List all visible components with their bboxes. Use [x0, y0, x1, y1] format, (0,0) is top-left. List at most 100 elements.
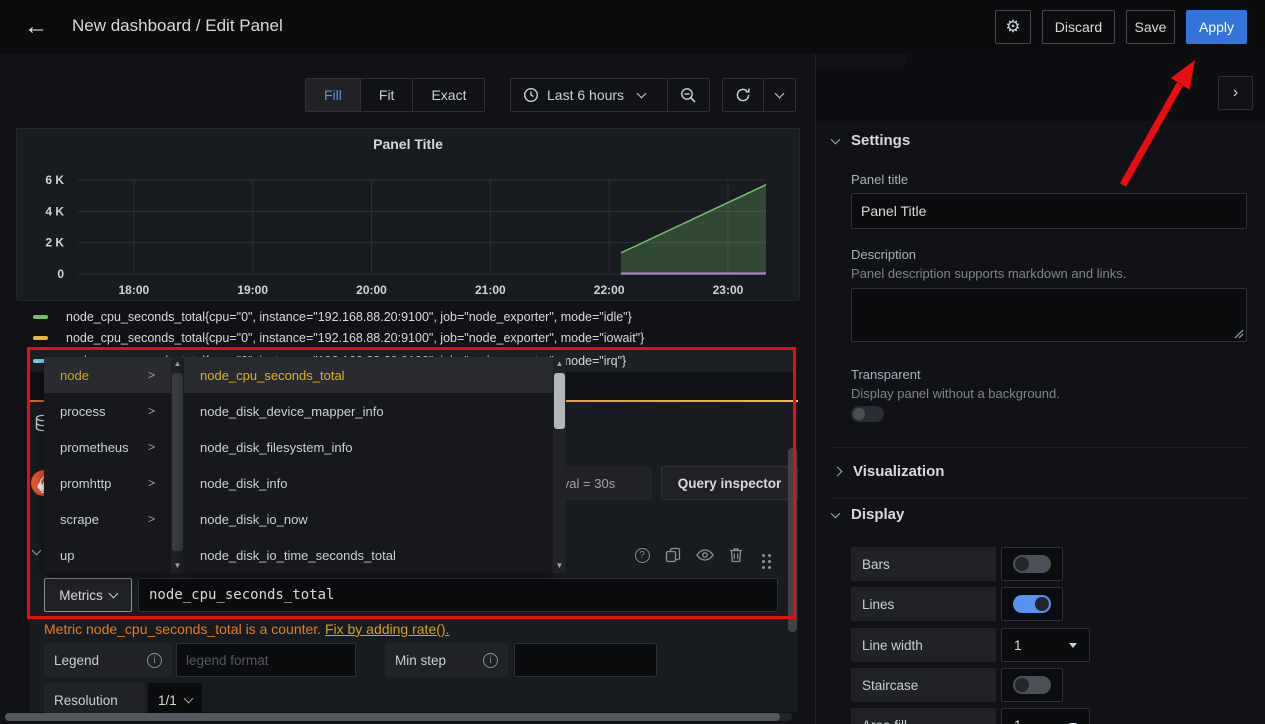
delete-query-trash-icon[interactable] — [725, 544, 747, 566]
svg-text:23:00: 23:00 — [713, 283, 744, 296]
dropdown-item-node-cpu-seconds-total[interactable]: node_cpu_seconds_total — [184, 357, 553, 393]
display-section-header[interactable]: Display — [832, 506, 904, 523]
display-section-label: Display — [851, 506, 904, 523]
line-width-select[interactable]: 1 — [1001, 628, 1090, 662]
dropdown-item-scrape[interactable]: scrape> — [44, 501, 171, 537]
group-list-scrollbar[interactable]: ▲ ▼ — [171, 357, 184, 573]
bars-toggle[interactable] — [1013, 555, 1051, 573]
dropdown-item-node-disk-io-now[interactable]: node_disk_io_now — [184, 501, 553, 537]
info-icon[interactable]: i — [483, 653, 498, 668]
scroll-up-icon[interactable]: ▲ — [174, 357, 182, 371]
dropdown-item-node[interactable]: node> — [44, 357, 171, 393]
fix-rate-link[interactable]: Fix by adding rate(). — [325, 621, 450, 637]
svg-text:6 K: 6 K — [45, 173, 64, 187]
time-range-button[interactable]: Last 6 hours — [511, 79, 667, 111]
staircase-toggle[interactable] — [1013, 676, 1051, 694]
save-button[interactable]: Save — [1126, 10, 1175, 44]
info-icon[interactable]: i — [147, 653, 162, 668]
zoom-out-button[interactable] — [668, 79, 709, 111]
dropdown-item-node-disk-io-time-seconds-total[interactable]: node_disk_io_time_seconds_total — [184, 537, 553, 573]
dropdown-item-node-disk-device-mapper-info[interactable]: node_disk_device_mapper_info — [184, 393, 553, 429]
visualization-section-label: Visualization — [853, 463, 944, 480]
dropdown-item-promhttp[interactable]: promhttp> — [44, 465, 171, 501]
settings-section-header[interactable]: Settings — [832, 132, 910, 149]
header-bar: ← New dashboard / Edit Panel ⚙ Discard S… — [0, 0, 1265, 54]
refresh-picker — [722, 78, 796, 112]
discard-button[interactable]: Discard — [1042, 10, 1115, 44]
dropdown-item-prometheus[interactable]: prometheus> — [44, 429, 171, 465]
collapse-sidebar-button[interactable]: › — [1218, 76, 1253, 110]
staircase-toggle-box — [1001, 668, 1063, 702]
staircase-row-label: Staircase — [851, 668, 996, 702]
warning-text: Metric node_cpu_seconds_total is a count… — [44, 621, 321, 637]
visualization-section-header[interactable]: Visualization — [834, 463, 944, 480]
lines-toggle[interactable] — [1013, 595, 1051, 613]
fill-button[interactable]: Fill — [306, 79, 361, 111]
legend-item[interactable]: node_cpu_seconds_total{cpu="0", instance… — [28, 327, 796, 348]
min-step-input[interactable] — [514, 643, 657, 677]
panel-title-input[interactable] — [851, 193, 1247, 229]
dashboard-settings-button[interactable]: ⚙ — [995, 10, 1031, 44]
svg-text:2 K: 2 K — [45, 236, 64, 250]
promql-query-input[interactable] — [138, 578, 778, 612]
bars-row-label: Bars — [851, 547, 996, 581]
min-step-field-label: Min step i — [385, 643, 508, 677]
legend-item[interactable]: node_cpu_seconds_total{cpu="0", instance… — [28, 306, 796, 327]
scroll-up-icon[interactable]: ▲ — [556, 357, 564, 371]
metric-list-scrollbar[interactable]: ▲ ▼ — [553, 357, 566, 573]
scroll-down-icon[interactable]: ▼ — [174, 559, 182, 573]
panel-size-mode-group: Fill Fit Exact — [305, 78, 485, 112]
exact-button[interactable]: Exact — [413, 79, 484, 111]
dropdown-item-node-disk-filesystem-info[interactable]: node_disk_filesystem_info — [184, 429, 553, 465]
page-title: New dashboard / Edit Panel — [72, 16, 283, 36]
transparent-help-text: Display panel without a background. — [851, 386, 1060, 401]
transparent-toggle[interactable] — [851, 406, 884, 422]
time-range-label: Last 6 hours — [547, 87, 624, 103]
refresh-interval-dropdown[interactable] — [764, 79, 795, 111]
metrics-dropdown-button[interactable]: Metrics — [44, 578, 132, 612]
toggle-visibility-eye-icon[interactable] — [694, 544, 716, 566]
legend-format-input[interactable] — [176, 643, 356, 677]
chevron-down-icon — [831, 508, 841, 518]
legend-item-label: node_cpu_seconds_total{cpu="0", instance… — [66, 331, 644, 345]
fit-button[interactable]: Fit — [361, 79, 414, 111]
description-label: Description — [851, 247, 916, 262]
refresh-icon — [735, 87, 751, 103]
line-width-row-label: Line width — [851, 628, 996, 662]
counter-warning: Metric node_cpu_seconds_total is a count… — [44, 621, 449, 637]
chevron-right-icon — [833, 467, 843, 477]
area-fill-select[interactable]: 1 — [1001, 708, 1090, 724]
refresh-button[interactable] — [723, 79, 763, 111]
zoom-out-icon — [680, 87, 697, 104]
description-textarea[interactable] — [851, 288, 1247, 342]
resolution-value: 1/1 — [158, 693, 177, 708]
apply-button[interactable]: Apply — [1186, 10, 1247, 44]
legend-field-label: Legend i — [44, 643, 172, 677]
dropdown-item-up[interactable]: up — [44, 537, 171, 573]
query-help-icon[interactable]: ? — [631, 544, 653, 566]
dropdown-item-node-disk-info[interactable]: node_disk_info — [184, 465, 553, 501]
resolution-select[interactable]: 1/1 — [148, 683, 202, 717]
horizontal-scrollbar[interactable] — [5, 713, 792, 721]
gear-icon: ⚙ — [1005, 17, 1020, 37]
duplicate-query-icon[interactable] — [662, 544, 684, 566]
legend-color-swatch — [33, 336, 48, 340]
scroll-down-icon[interactable]: ▼ — [556, 559, 564, 573]
timeseries-chart[interactable]: 02 K4 K6 K18:0019:0020:0021:0022:0023:00 — [16, 158, 800, 296]
clock-icon — [523, 87, 539, 103]
dropdown-item-process[interactable]: process> — [44, 393, 171, 429]
back-arrow-icon[interactable]: ← — [24, 13, 48, 41]
chevron-down-icon — [775, 89, 785, 99]
resize-handle-icon[interactable] — [1234, 329, 1244, 339]
description-help-text: Panel description supports markdown and … — [851, 266, 1126, 281]
transparent-label: Transparent — [851, 367, 921, 382]
scrollbar-thumb[interactable] — [172, 373, 183, 551]
resolution-field-label: Resolution — [44, 683, 145, 717]
panel-title: Panel Title — [16, 136, 800, 152]
scrollbar-thumb[interactable] — [554, 373, 565, 429]
drag-handle-icon[interactable] — [752, 550, 774, 572]
metrics-button-label: Metrics — [59, 588, 103, 603]
vertical-scrollbar-thumb[interactable] — [788, 448, 797, 632]
horizontal-scrollbar-thumb[interactable] — [5, 713, 780, 721]
query-inspector-button[interactable]: Query inspector — [661, 466, 798, 500]
